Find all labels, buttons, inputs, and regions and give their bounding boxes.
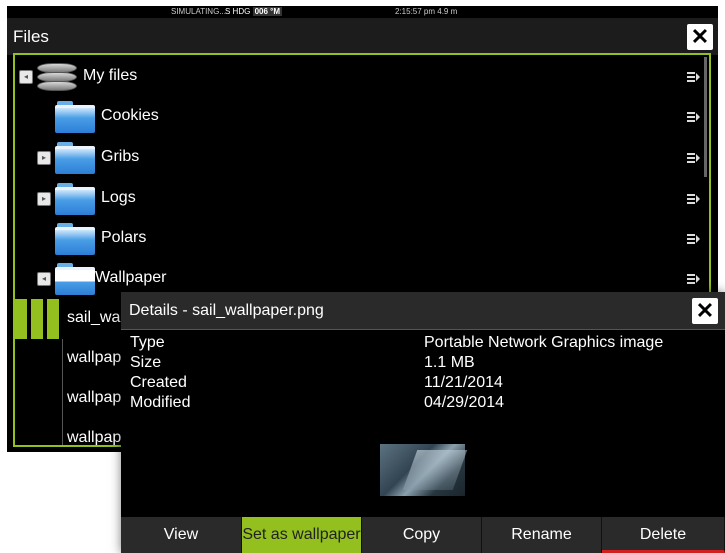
image-thumbnail [380, 444, 465, 496]
tree-item-label: Polars [101, 229, 147, 246]
files-close-button[interactable]: ✕ [687, 24, 713, 50]
tree-item-label: My files [83, 67, 138, 84]
details-dialog: Details - sail_wallpaper.png ✕ Type Port… [121, 292, 725, 553]
context-menu-icon[interactable] [687, 274, 700, 284]
tree-item-logs[interactable]: ▸ Logs [15, 179, 709, 219]
view-button[interactable]: View [121, 517, 242, 553]
folder-icon [55, 101, 95, 133]
size-label: Size [130, 354, 162, 371]
tree-item-label: Cookies [101, 107, 159, 124]
collapse-icon[interactable]: ◂ [19, 70, 33, 84]
tree-item-polars[interactable]: Polars [15, 219, 709, 259]
created-value: 11/21/2014 [424, 374, 503, 391]
file-label: sail_wal [67, 309, 124, 326]
type-label: Type [130, 334, 165, 351]
folder-icon [55, 223, 95, 255]
status-bar: SIMULATING... S HDG 006 °M 2:15:57 pm 4.… [7, 6, 718, 18]
tree-item-label: Gribs [101, 148, 140, 165]
expand-icon[interactable]: ▸ [37, 151, 51, 165]
context-menu-icon[interactable] [687, 72, 700, 82]
details-close-button[interactable]: ✕ [692, 298, 718, 324]
tree-item-gribs[interactable]: ▸ Gribs [15, 138, 709, 178]
tree-guide-line [62, 419, 63, 445]
file-label: wallpap [67, 429, 122, 446]
tree-item-label: Wallpaper [95, 269, 167, 286]
created-label: Created [130, 374, 187, 391]
dialog-button-bar: View Set as wallpaper Copy Rename Delete [121, 517, 725, 553]
modified-label: Modified [130, 394, 191, 411]
type-value: Portable Network Graphics image [424, 334, 664, 351]
tree-item-cookies[interactable]: Cookies [15, 97, 709, 137]
context-menu-icon[interactable] [687, 194, 700, 204]
folder-icon [55, 142, 95, 174]
context-menu-icon[interactable] [687, 153, 700, 163]
context-menu-icon[interactable] [687, 234, 700, 244]
size-value: 1.1 MB [424, 354, 475, 371]
collapse-icon[interactable]: ◂ [37, 272, 51, 286]
tree-guide-line [62, 339, 63, 379]
tree-item-my-files[interactable]: ◂ My files [15, 57, 709, 97]
tree-item-label: Logs [101, 189, 136, 206]
files-title: Files [13, 27, 49, 46]
heading-value: 006 °M [252, 7, 283, 16]
context-menu-icon[interactable] [687, 112, 700, 122]
heading-status: S HDG 006 °M [225, 7, 283, 16]
files-titlebar: Files ✕ [7, 18, 718, 55]
heading-prefix: S HDG [225, 7, 251, 16]
tree-guide-line [62, 379, 63, 419]
copy-button[interactable]: Copy [362, 517, 482, 553]
rename-button[interactable]: Rename [482, 517, 602, 553]
database-icon [37, 61, 77, 93]
file-label: wallpap [67, 389, 122, 406]
simulating-status: SIMULATING... [171, 7, 226, 16]
details-titlebar: Details - sail_wallpaper.png ✕ [121, 292, 725, 330]
modified-value: 04/29/2014 [424, 394, 505, 411]
set-wallpaper-button[interactable]: Set as wallpaper [242, 517, 362, 553]
expand-icon[interactable]: ▸ [37, 192, 51, 206]
time-status: 2:15:57 pm 4.9 m [395, 7, 458, 16]
details-title: Details - sail_wallpaper.png [129, 302, 324, 319]
folder-icon [55, 183, 95, 215]
folder-open-icon [55, 263, 95, 295]
file-label: wallpap [67, 349, 122, 366]
delete-button[interactable]: Delete [602, 517, 725, 553]
